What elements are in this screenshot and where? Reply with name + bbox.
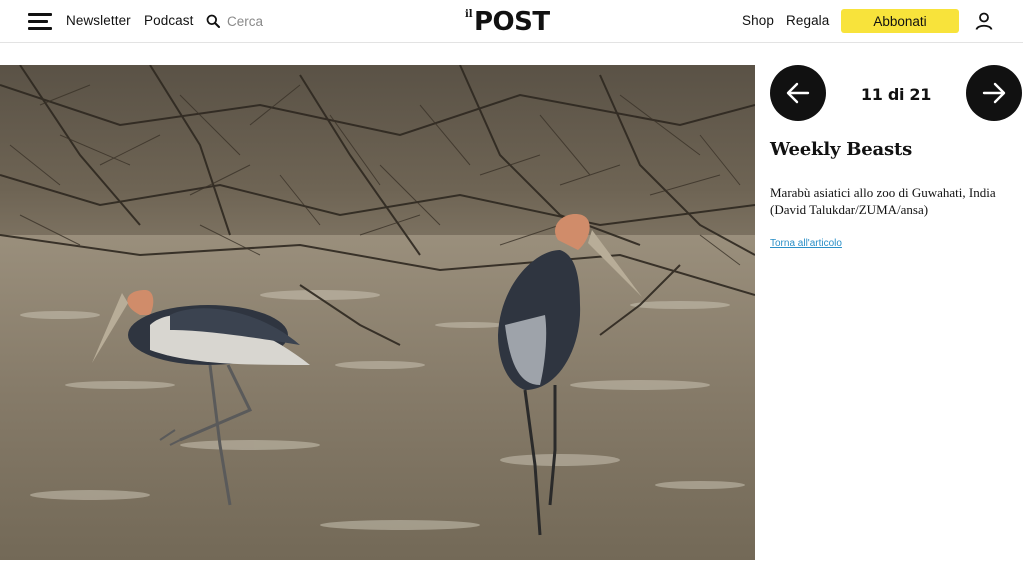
logo-text: POST bbox=[474, 7, 550, 37]
gallery-photo bbox=[0, 65, 755, 560]
subscribe-button[interactable]: Abbonati bbox=[841, 9, 959, 33]
back-to-article-link[interactable]: Torna all'articolo bbox=[770, 238, 842, 249]
hamburger-menu-icon[interactable] bbox=[28, 12, 52, 32]
marabou-storks-photo bbox=[0, 65, 755, 560]
search-icon[interactable] bbox=[206, 14, 220, 28]
user-icon[interactable] bbox=[974, 11, 994, 31]
nav-link-podcast[interactable]: Podcast bbox=[144, 13, 193, 28]
logo-prefix: il bbox=[465, 9, 473, 20]
next-photo-button[interactable] bbox=[966, 65, 1022, 121]
search-input[interactable] bbox=[227, 11, 307, 31]
site-header: Newsletter Podcast il POST Shop Regala A… bbox=[0, 0, 1023, 43]
photo-caption: Marabù asiatici allo zoo di Guwahati, In… bbox=[770, 185, 996, 217]
site-logo[interactable]: il POST bbox=[465, 3, 559, 39]
gallery-title: Weekly Beasts bbox=[770, 139, 912, 160]
gallery-counter: 11 di 21 bbox=[860, 85, 932, 104]
search-box[interactable] bbox=[206, 11, 316, 31]
arrow-right-icon bbox=[982, 82, 1006, 104]
nav-link-regala[interactable]: Regala bbox=[786, 13, 829, 28]
previous-photo-button[interactable] bbox=[770, 65, 826, 121]
nav-link-shop[interactable]: Shop bbox=[742, 13, 774, 28]
arrow-left-icon bbox=[786, 82, 810, 104]
nav-link-newsletter[interactable]: Newsletter bbox=[66, 13, 131, 28]
